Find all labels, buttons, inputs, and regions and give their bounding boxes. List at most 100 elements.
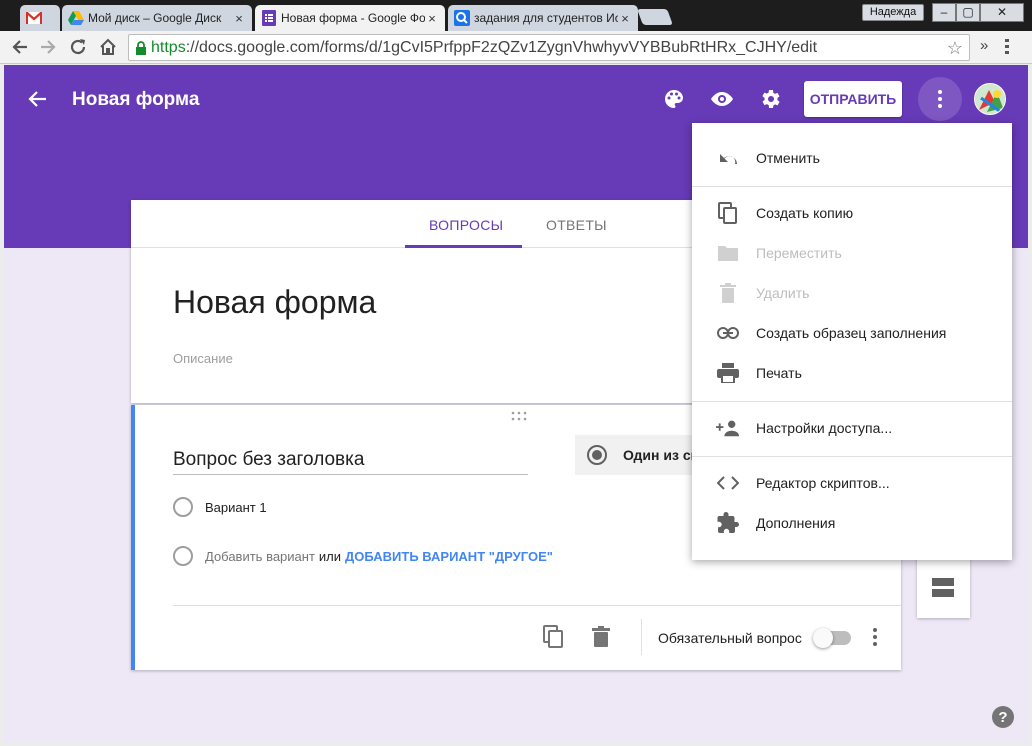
- menu-item-undo[interactable]: Отменить: [692, 138, 1012, 178]
- drag-handle-icon[interactable]: [511, 411, 527, 421]
- radio-circle-icon: [173, 546, 193, 566]
- url-scheme: https: [151, 38, 186, 56]
- form-title-field[interactable]: Новая форма: [173, 284, 376, 321]
- menu-item-label: Удалить: [756, 285, 810, 301]
- new-tab-button[interactable]: [637, 9, 673, 25]
- menu-separator: [692, 186, 1012, 187]
- undo-icon: [716, 146, 740, 170]
- more-options-button[interactable]: [918, 77, 962, 121]
- bookmark-star-icon[interactable]: ☆: [947, 38, 963, 59]
- folder-icon: [716, 241, 740, 265]
- menu-item-make-copy[interactable]: Создать копию: [692, 193, 1012, 233]
- tab-responses[interactable]: ОТВЕТЫ: [546, 217, 607, 233]
- reload-icon: [70, 39, 86, 55]
- add-other-link[interactable]: ДОБАВИТЬ ВАРИАНТ "ДРУГОЕ": [345, 549, 553, 564]
- question-title-field[interactable]: Вопрос без заголовка: [173, 449, 528, 475]
- gmail-icon: [26, 10, 42, 26]
- arrow-left-icon: [12, 40, 27, 54]
- browser-toolbar: https://docs.google.com/forms/d/1gCvI5Pr…: [0, 31, 1032, 64]
- menu-item-label: Переместить: [756, 245, 842, 261]
- menu-item-label: Создать образец заполнения: [756, 325, 947, 341]
- menu-item-label: Дополнения: [756, 515, 836, 531]
- tab-gmail[interactable]: [20, 5, 60, 31]
- option-label[interactable]: Вариант 1: [205, 500, 267, 515]
- active-tab-indicator: [405, 245, 522, 248]
- header-form-title[interactable]: Новая форма: [72, 89, 199, 111]
- add-people-icon: [716, 416, 740, 440]
- close-tab-icon[interactable]: ×: [618, 11, 632, 26]
- settings-gear-icon[interactable]: [758, 87, 782, 111]
- tab-drive[interactable]: Мой диск – Google Диск ×: [62, 5, 252, 31]
- print-icon: [716, 361, 740, 385]
- duplicate-icon[interactable]: [541, 625, 565, 649]
- menu-item-addons[interactable]: Дополнения: [692, 503, 1012, 543]
- profile-badge[interactable]: Надежда: [862, 4, 924, 21]
- tab-search[interactable]: задания для студентов Ис ×: [448, 5, 638, 31]
- search-icon: [454, 10, 470, 26]
- reload-button[interactable]: [66, 35, 90, 59]
- required-label: Обязательный вопрос: [658, 630, 802, 646]
- delete-icon[interactable]: [589, 625, 613, 649]
- lock-icon: [136, 40, 146, 55]
- menu-separator: [692, 456, 1012, 457]
- radio-type-icon: [587, 445, 607, 465]
- menu-item-print[interactable]: Печать: [692, 353, 1012, 393]
- add-option-link[interactable]: Добавить вариант: [205, 549, 315, 564]
- more-options-menu: Отменить Создать копию Переместить Удали…: [692, 123, 1012, 560]
- trash-icon: [716, 281, 740, 305]
- menu-item-label: Печать: [756, 365, 802, 381]
- arrow-right-icon: [41, 40, 56, 54]
- radio-circle-icon: [173, 497, 193, 517]
- close-tab-icon[interactable]: ×: [232, 11, 246, 26]
- address-bar[interactable]: https://docs.google.com/forms/d/1gCvI5Pr…: [128, 34, 970, 61]
- home-icon: [100, 38, 116, 55]
- menu-item-sharing[interactable]: Настройки доступа...: [692, 408, 1012, 448]
- tab-forms[interactable]: Новая форма - Google Форм ×: [255, 5, 445, 31]
- add-section-icon[interactable]: [932, 578, 954, 598]
- tab-strip: Мой диск – Google Диск × Новая форма - G…: [0, 0, 1032, 31]
- close-tab-icon[interactable]: ×: [425, 11, 439, 26]
- restore-button[interactable]: ▢: [956, 3, 980, 22]
- menu-item-label: Отменить: [756, 150, 820, 166]
- menu-item-move: Переместить: [692, 233, 1012, 273]
- chrome-menu-icon[interactable]: [1004, 37, 1010, 59]
- help-button[interactable]: ?: [992, 706, 1014, 728]
- menu-item-script-editor[interactable]: Редактор скриптов...: [692, 463, 1012, 503]
- back-arrow-icon[interactable]: [26, 87, 50, 111]
- avatar[interactable]: [974, 83, 1006, 115]
- tab-drive-title: Мой диск – Google Диск: [88, 11, 222, 25]
- tab-questions[interactable]: ВОПРОСЫ: [429, 217, 503, 233]
- form-description-field[interactable]: Описание: [173, 351, 233, 366]
- window-close-button[interactable]: ✕: [980, 3, 1024, 22]
- option-row[interactable]: Вариант 1: [173, 497, 267, 517]
- menu-item-prefilled-link[interactable]: Создать образец заполнения: [692, 313, 1012, 353]
- drive-icon: [68, 10, 84, 26]
- side-toolbar: [917, 550, 970, 618]
- menu-separator: [692, 401, 1012, 402]
- toggle-knob: [813, 628, 833, 648]
- menu-item-label: Настройки доступа...: [756, 420, 893, 436]
- home-button[interactable]: [96, 35, 120, 59]
- extensions-overflow-icon[interactable]: »: [980, 37, 988, 54]
- copy-icon: [716, 201, 740, 225]
- tab-search-title: задания для студентов Ис: [474, 11, 618, 25]
- send-button[interactable]: ОТПРАВИТЬ: [804, 81, 902, 117]
- forward-button[interactable]: [36, 35, 60, 59]
- browser-window: Мой диск – Google Диск × Новая форма - G…: [0, 0, 1032, 746]
- required-toggle[interactable]: [813, 628, 851, 648]
- code-icon: [716, 471, 740, 495]
- menu-item-label: Создать копию: [756, 205, 854, 221]
- add-option-row: Добавить вариант или ДОБАВИТЬ ВАРИАНТ "Д…: [173, 546, 553, 566]
- more-vert-icon: [938, 90, 942, 108]
- footer-separator: [641, 619, 642, 655]
- footer-divider: [173, 605, 901, 606]
- preview-eye-icon[interactable]: [710, 87, 734, 111]
- menu-item-label: Редактор скриптов...: [756, 475, 890, 491]
- minimize-button[interactable]: –: [932, 3, 956, 22]
- menu-item-delete: Удалить: [692, 273, 1012, 313]
- or-text: или: [318, 548, 342, 564]
- back-button[interactable]: [8, 35, 32, 59]
- palette-icon[interactable]: [662, 87, 686, 111]
- tab-forms-title: Новая форма - Google Форм: [281, 11, 425, 25]
- question-more-icon[interactable]: [871, 627, 879, 647]
